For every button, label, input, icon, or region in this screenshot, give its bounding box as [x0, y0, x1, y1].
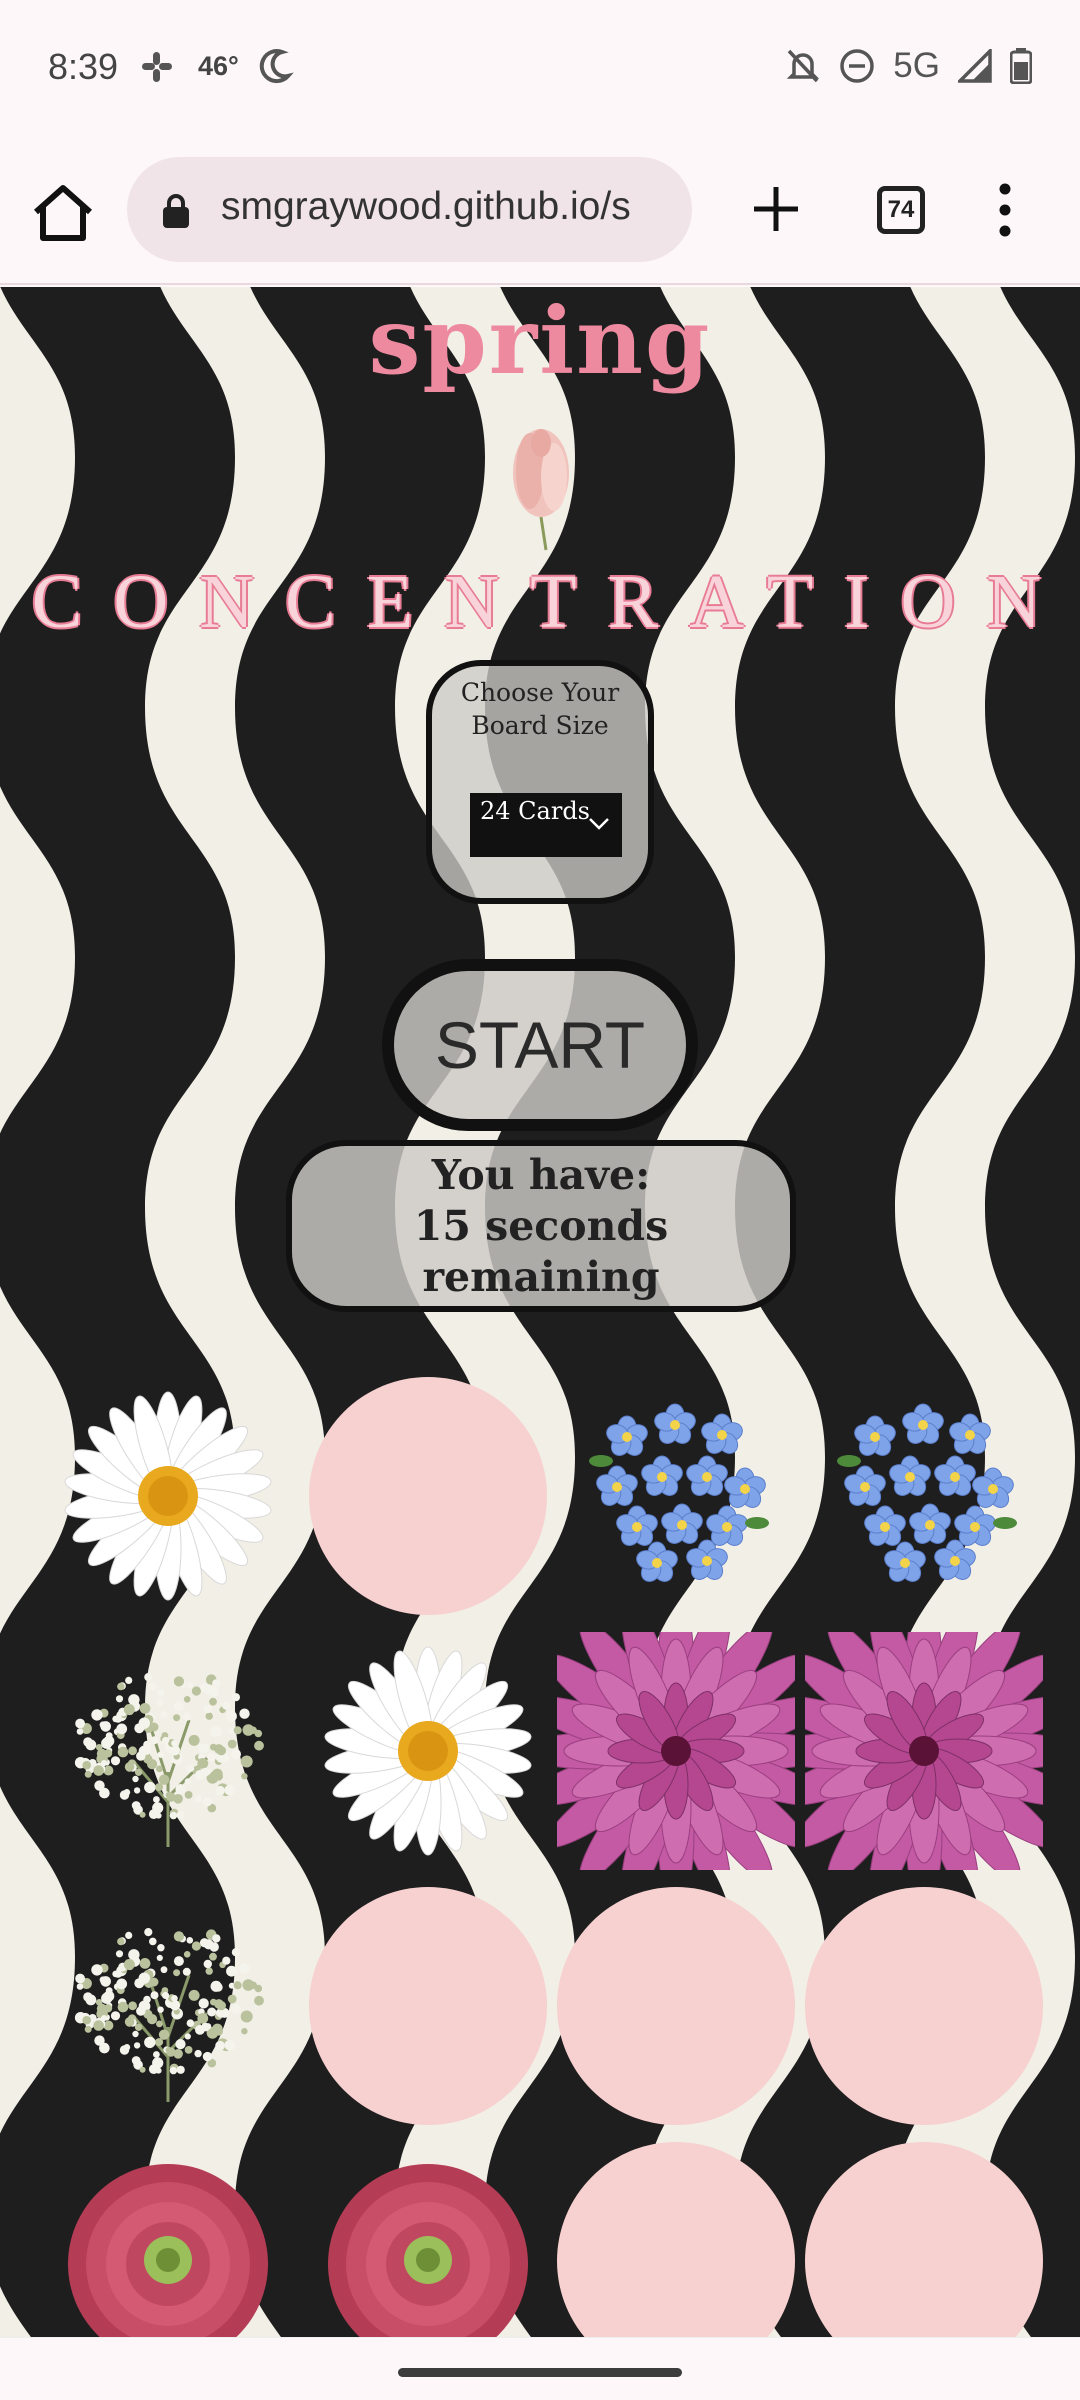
- card-daisy[interactable]: [309, 1632, 547, 1870]
- card-ranunculus[interactable]: [309, 2142, 547, 2337]
- network-type: 5G: [893, 46, 940, 85]
- home-icon[interactable]: [30, 182, 96, 244]
- bell-off-icon: [787, 49, 820, 83]
- ranunculus-icon: [68, 2164, 268, 2337]
- address-bar[interactable]: smgraywood.github.io/s: [127, 157, 692, 262]
- status-time: 8:39: [48, 46, 119, 87]
- forget-me-not-icon: [837, 1403, 1017, 1582]
- card-ranunculus[interactable]: [49, 2142, 287, 2337]
- tab-count: 74: [887, 196, 915, 223]
- card-face-down[interactable]: [805, 1887, 1043, 2125]
- tabs-icon[interactable]: 74: [877, 186, 925, 234]
- card-forget-me-not[interactable]: [805, 1377, 1043, 1615]
- daisy-icon: [64, 1391, 272, 1601]
- card-dahlia[interactable]: [515, 1590, 837, 1912]
- status-temperature: 46°: [198, 51, 239, 81]
- card-face-down[interactable]: [309, 1887, 547, 2125]
- forget-me-not-icon: [589, 1403, 769, 1582]
- home-gesture-handle[interactable]: [398, 2368, 682, 2377]
- dahlia-icon: [763, 1590, 1080, 1912]
- card-face-down[interactable]: [309, 1377, 547, 1615]
- card-forget-me-not[interactable]: [557, 1377, 795, 1615]
- dahlia-icon: [515, 1590, 837, 1912]
- babys-breath-icon: [74, 1928, 264, 2102]
- daisy-icon: [324, 1646, 532, 1856]
- signal-icon: [958, 49, 992, 83]
- card-face-down[interactable]: [557, 2142, 795, 2337]
- ranunculus-icon: [328, 2164, 528, 2337]
- card-babys-breath[interactable]: [49, 1632, 287, 1870]
- card-dahlia[interactable]: [763, 1590, 1080, 1912]
- card-babys-breath[interactable]: [49, 1887, 287, 2125]
- slack-icon: [142, 52, 172, 82]
- lock-icon: [163, 194, 189, 228]
- card-face-down[interactable]: [805, 2142, 1043, 2337]
- web-page: spring CONCENTRATION Choose Your Board S…: [0, 287, 1080, 2337]
- card-daisy[interactable]: [49, 1377, 287, 1615]
- browser-toolbar: smgraywood.github.io/s 74: [0, 135, 1080, 285]
- do-not-disturb-icon: [840, 49, 875, 83]
- plus-icon[interactable]: [748, 181, 804, 237]
- more-vert-icon[interactable]: [990, 180, 1020, 240]
- card-face-down[interactable]: [557, 1887, 795, 2125]
- status-bar: 8:39 46° 5G: [0, 0, 1080, 135]
- battery-icon: [1010, 48, 1032, 84]
- gesture-nav-bar: [0, 2337, 1080, 2400]
- moon-icon: [259, 49, 294, 84]
- card-grid: [0, 287, 1080, 2337]
- url-text: smgraywood.github.io/s: [221, 185, 631, 228]
- babys-breath-icon: [74, 1673, 264, 1847]
